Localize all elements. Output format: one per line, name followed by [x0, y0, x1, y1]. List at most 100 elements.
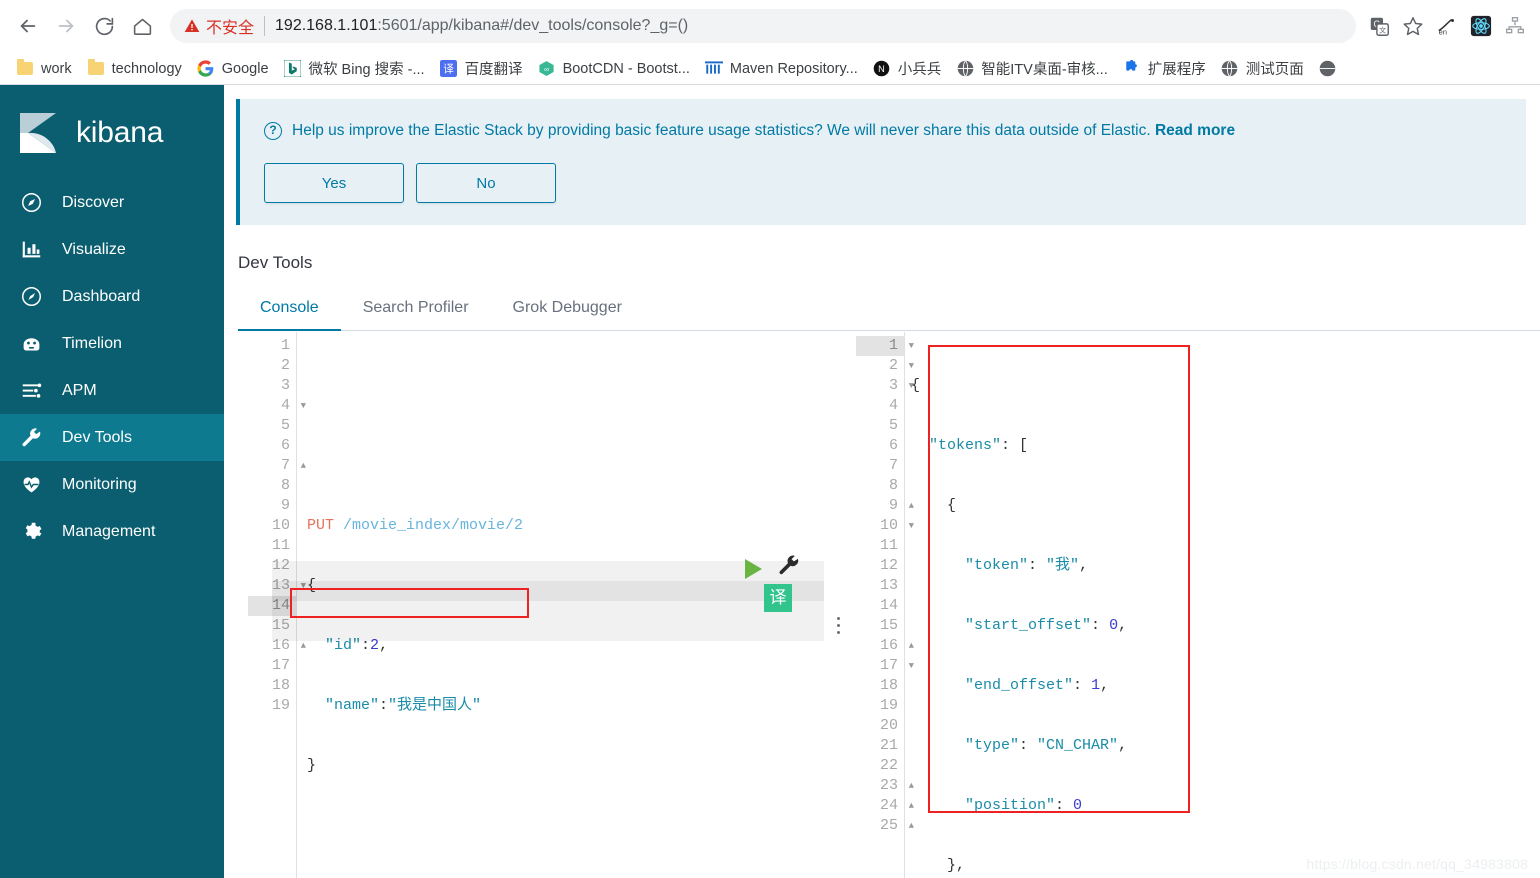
- dashboard-icon: [20, 286, 42, 308]
- telemetry-yes-button[interactable]: Yes: [264, 163, 404, 204]
- bookmark-label: 智能ITV桌面-审核...: [981, 62, 1108, 78]
- translate-badge-icon[interactable]: 译: [764, 584, 792, 613]
- apm-icon: [20, 380, 42, 402]
- telemetry-message: Help us improve the Elastic Stack by pro…: [292, 121, 1235, 141]
- warning-triangle-icon: [184, 19, 200, 32]
- line-number: 7: [888, 457, 898, 475]
- line-number: 8: [888, 477, 898, 495]
- sidebar-item-label: APM: [62, 381, 97, 399]
- line-number: 4: [888, 397, 898, 415]
- address-bar[interactable]: 不安全 192.168.1.101:5601/app/kibana#/dev_t…: [170, 9, 1356, 43]
- sidebar-item-dashboard[interactable]: Dashboard: [0, 273, 224, 320]
- response-code-area[interactable]: 1 ▼ 2 ▼ 3 ▼ 4 5 6 7 8 9 ▲ 10 ▼ 11 12 13 14: [856, 332, 1540, 878]
- tab-search-profiler[interactable]: Search Profiler: [341, 289, 491, 330]
- sidebar-item-apm[interactable]: APM: [0, 367, 224, 414]
- line-number: 18: [271, 677, 290, 695]
- line-number: 6: [888, 437, 898, 455]
- code-line: "type": "CN_CHAR",: [965, 737, 1128, 755]
- bookmark-xiaobingbing[interactable]: N 小兵兵: [867, 55, 951, 82]
- back-arrow-icon[interactable]: [10, 8, 46, 44]
- bookmark-google[interactable]: Google: [191, 57, 278, 81]
- bookmark-test-page[interactable]: 测试页面: [1215, 55, 1313, 82]
- bookmark-maven-repository[interactable]: Maven Repository...: [699, 57, 867, 81]
- globe-icon: [1319, 60, 1337, 78]
- bootcdn-icon: ∞: [538, 60, 556, 78]
- code-line: {: [947, 497, 957, 515]
- bookmark-work[interactable]: work: [10, 57, 81, 81]
- reload-icon[interactable]: [86, 8, 122, 44]
- bookmark-bootcdn[interactable]: ∞ BootCDN - Bootst...: [532, 57, 699, 81]
- home-icon[interactable]: [124, 8, 160, 44]
- sidebar-item-label: Timelion: [62, 334, 122, 352]
- sitemap-extension-icon[interactable]: [1500, 11, 1530, 41]
- main-content: ? Help us improve the Elastic Stack by p…: [224, 85, 1540, 878]
- bing-icon: [284, 60, 302, 78]
- response-code-body[interactable]: { "tokens": [ { "token": "我", "start_off…: [904, 332, 1540, 878]
- bookmark-label: 微软 Bing 搜索 -...: [308, 62, 425, 78]
- star-icon[interactable]: [1398, 11, 1428, 41]
- devtools-header: Dev Tools Console Search Profiler Grok D…: [224, 225, 1540, 332]
- bookmark-overflow[interactable]: [1313, 57, 1346, 81]
- compass-icon: [20, 192, 42, 214]
- sidebar-item-label: Management: [62, 522, 156, 540]
- request-code-area[interactable]: 1 2 3 4 ▼ 5 6 7 ▲ 8 9 10 11 12 13 ▼ 14 1…: [248, 332, 824, 878]
- bookmark-label: Maven Repository...: [729, 60, 858, 77]
- line-number: 12: [271, 557, 290, 575]
- pane-resize-handle[interactable]: [824, 332, 856, 878]
- line-number: 18: [879, 677, 898, 695]
- wrench-menu-icon[interactable]: [778, 554, 800, 583]
- line-number: 23 ▲: [879, 777, 914, 795]
- bookmark-extensions[interactable]: 扩展程序: [1117, 55, 1215, 82]
- line-number: 21: [879, 737, 898, 755]
- line-number: 25 ▲: [879, 817, 914, 835]
- line-number: 13: [879, 577, 898, 595]
- telemetry-no-button[interactable]: No: [416, 163, 556, 204]
- telemetry-banner-wrap: ? Help us improve the Elastic Stack by p…: [224, 85, 1540, 226]
- sidebar-item-dev-tools[interactable]: Dev Tools: [0, 414, 224, 461]
- response-viewer[interactable]: 1 ▼ 2 ▼ 3 ▼ 4 5 6 7 8 9 ▲ 10 ▼ 11 12 13 14: [856, 332, 1540, 878]
- line-number: 14: [248, 596, 296, 617]
- insecure-indicator[interactable]: 不安全: [184, 14, 254, 38]
- request-editor[interactable]: 1 2 3 4 ▼ 5 6 7 ▲ 8 9 10 11 12 13 ▼ 14 1…: [224, 332, 824, 878]
- bookmark-baidu-translate[interactable]: 译 百度翻译: [434, 55, 532, 82]
- tab-console[interactable]: Console: [238, 289, 341, 332]
- sidebar-item-timelion[interactable]: Timelion: [0, 320, 224, 367]
- telemetry-message-row: ? Help us improve the Elastic Stack by p…: [264, 121, 1502, 141]
- browser-toolbar: 不安全 192.168.1.101:5601/app/kibana#/dev_t…: [0, 0, 1540, 52]
- insecure-label: 不安全: [206, 20, 255, 37]
- code-line: "start_offset": 0,: [965, 617, 1128, 635]
- line-number: 16 ▲: [271, 637, 306, 655]
- request-code-body[interactable]: PUT /movie_index/movie/2 { "id":2, "name…: [296, 332, 824, 878]
- bookmark-technology[interactable]: technology: [81, 57, 191, 81]
- baidu-translate-icon: 译: [440, 60, 458, 78]
- line-number: 4 ▼: [280, 397, 306, 415]
- forward-arrow-icon[interactable]: [48, 8, 84, 44]
- page-body: kibana Discover Visualize Dashboard Time: [0, 85, 1540, 878]
- bookmark-label: 小兵兵: [897, 62, 942, 78]
- sidebar-item-discover[interactable]: Discover: [0, 179, 224, 226]
- play-request-icon[interactable]: [745, 558, 762, 579]
- sidebar-item-management[interactable]: Management: [0, 508, 224, 555]
- line-number: 9: [280, 497, 290, 515]
- bookmark-label: 扩展程序: [1147, 62, 1206, 78]
- bookmark-label: work: [41, 60, 72, 77]
- sidebar-item-label: Discover: [62, 193, 125, 211]
- react-devtools-extension-icon[interactable]: [1466, 11, 1496, 41]
- tab-grok-debugger[interactable]: Grok Debugger: [491, 289, 644, 330]
- read-more-link[interactable]: Read more: [1155, 122, 1235, 139]
- timelion-icon: [20, 333, 42, 355]
- code-line: "tokens": [: [929, 437, 1029, 455]
- bookmark-itv-desktop[interactable]: 智能ITV桌面-审核...: [950, 55, 1116, 82]
- sidebar-item-monitoring[interactable]: Monitoring: [0, 461, 224, 508]
- google-translate-icon[interactable]: G文: [1364, 11, 1394, 41]
- bookmark-bing[interactable]: 微软 Bing 搜索 -...: [278, 55, 434, 82]
- sidebar-item-label: Monitoring: [62, 475, 137, 493]
- line-number: 1 ▼: [856, 336, 914, 357]
- english-helper-extension-icon[interactable]: en: [1432, 11, 1462, 41]
- heartbeat-icon: [20, 474, 42, 496]
- bookmark-label: technology: [111, 60, 182, 77]
- sidebar-item-visualize[interactable]: Visualize: [0, 226, 224, 273]
